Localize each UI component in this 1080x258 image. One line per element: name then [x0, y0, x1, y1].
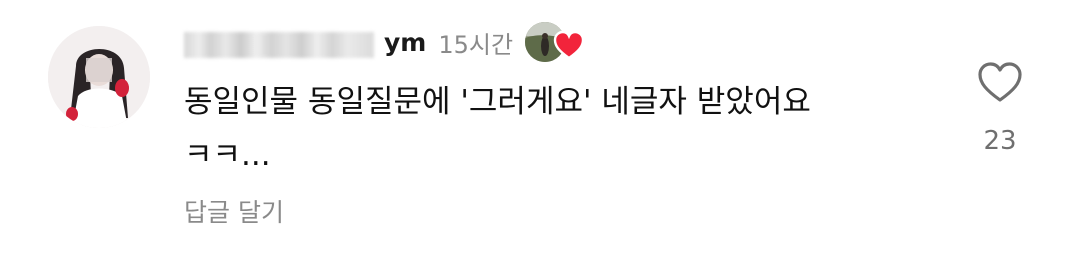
reply-button[interactable]: 답글 달기 [184, 193, 284, 229]
commenter-avatar-image [48, 26, 150, 128]
creator-liked-badge [525, 22, 585, 62]
like-count: 23 [983, 126, 1017, 156]
comment-item: ym 15시간 동일인물 동일질문에 '그러게요' 네글자 받았어요 ㅋㅋ...… [0, 0, 1080, 258]
like-control: 23 [970, 60, 1030, 156]
heart-outline-icon[interactable] [976, 60, 1024, 104]
comment-body: 동일인물 동일질문에 '그러게요' 네글자 받았어요 ㅋㅋ... [184, 84, 811, 173]
comment-timestamp: 15시간 [438, 30, 514, 59]
heart-filled-icon [553, 30, 585, 60]
comment-header: ym 15시간 [184, 22, 585, 62]
commenter-username[interactable]: ym [184, 28, 426, 58]
commenter-avatar[interactable] [48, 26, 150, 128]
